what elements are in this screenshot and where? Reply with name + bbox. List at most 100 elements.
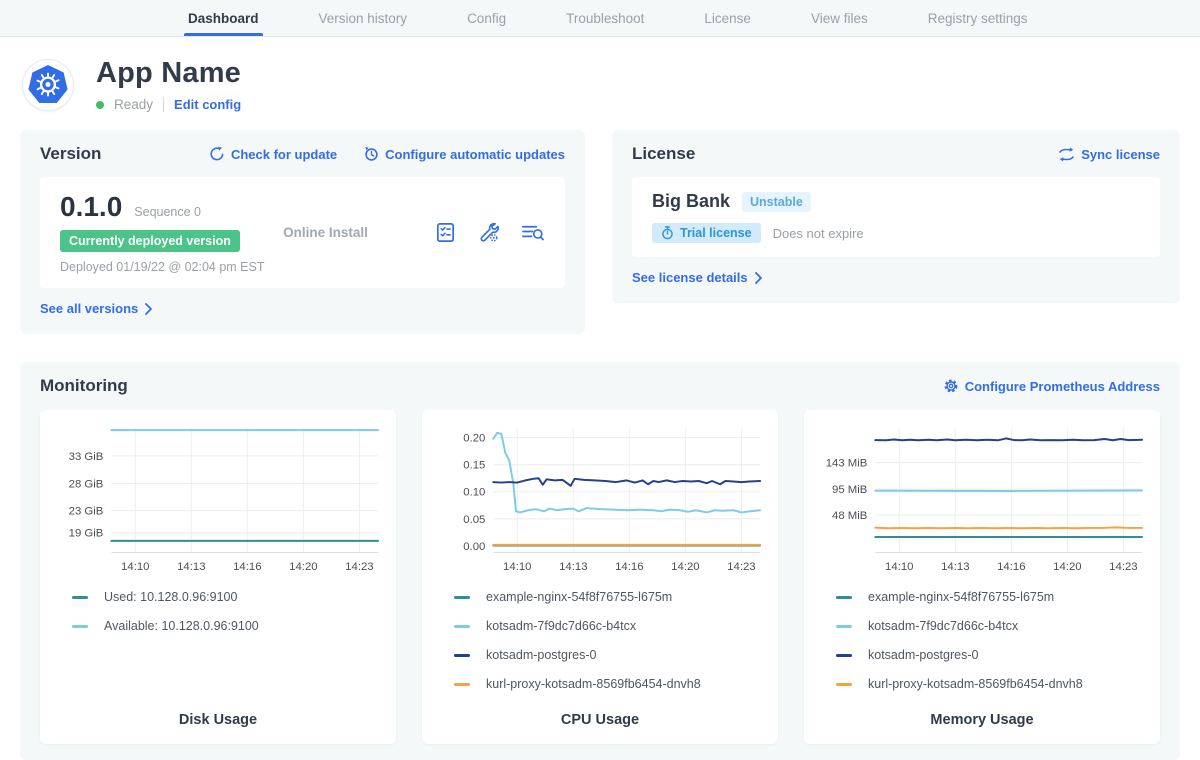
- top-nav: Dashboard Version history Config Troublesho…: [0, 0, 1200, 37]
- app-header: App Name Ready Edit config: [20, 55, 1180, 130]
- license-section: License Sync license Big Bank Unstable: [612, 130, 1180, 303]
- legend-item: Available: 10.128.0.96:9100: [72, 619, 386, 633]
- deployed-timestamp: Deployed 01/19/22 @ 02:04 pm EST: [60, 260, 283, 274]
- svg-text:0.15: 0.15: [463, 460, 485, 472]
- see-license-details-link[interactable]: See license details: [632, 270, 763, 285]
- license-section-title: License: [632, 144, 695, 164]
- legend-swatch: [836, 654, 852, 657]
- kubernetes-icon: [27, 64, 69, 106]
- svg-text:14:16: 14:16: [233, 561, 261, 573]
- legend-item: kotsadm-postgres-0: [454, 648, 768, 662]
- svg-text:143 MiB: 143 MiB: [826, 458, 868, 470]
- svg-text:0.00: 0.00: [463, 541, 485, 553]
- legend-item: kotsadm-postgres-0: [836, 648, 1150, 662]
- schedule-icon: [363, 146, 379, 162]
- legend-label: kotsadm-7f9dc7d66c-b4tcx: [868, 619, 1018, 633]
- trial-license-badge: Trial license: [652, 223, 761, 243]
- legend-label: kurl-proxy-kotsadm-8569fb6454-dnvh8: [486, 677, 701, 691]
- svg-text:0.05: 0.05: [463, 514, 485, 526]
- legend-swatch: [836, 596, 852, 599]
- legend-label: Used: 10.128.0.96:9100: [104, 590, 237, 604]
- legend-swatch: [454, 683, 470, 686]
- chevron-right-icon: [754, 272, 763, 284]
- check-for-update-button[interactable]: Check for update: [209, 146, 337, 162]
- license-card: Big Bank Unstable Trial license Does not…: [632, 177, 1160, 257]
- see-all-versions-link[interactable]: See all versions: [40, 301, 153, 316]
- svg-text:14:23: 14:23: [727, 561, 755, 573]
- monitoring-section-title: Monitoring: [40, 376, 128, 396]
- tab-license[interactable]: License: [702, 0, 753, 36]
- legend-label: kotsadm-7f9dc7d66c-b4tcx: [486, 619, 636, 633]
- legend-swatch: [836, 625, 852, 628]
- svg-text:0.10: 0.10: [463, 487, 485, 499]
- svg-text:14:20: 14:20: [289, 561, 317, 573]
- legend-swatch: [72, 596, 88, 599]
- page-title: App Name: [96, 57, 241, 90]
- tab-view-files[interactable]: View files: [809, 0, 870, 36]
- status-badge: Ready: [114, 97, 153, 112]
- legend-item: Used: 10.128.0.96:9100: [72, 590, 386, 604]
- svg-text:19 GiB: 19 GiB: [69, 528, 104, 540]
- legend-item: kotsadm-7f9dc7d66c-b4tcx: [836, 619, 1150, 633]
- legend-item: kurl-proxy-kotsadm-8569fb6454-dnvh8: [454, 677, 768, 691]
- checklist-icon: [434, 221, 457, 244]
- sync-license-button[interactable]: Sync license: [1058, 147, 1160, 162]
- legend-label: kotsadm-postgres-0: [868, 648, 978, 662]
- memory-usage-chart-card: 143 MiB95 MiB48 MiB14:1014:1314:1614:201…: [804, 410, 1160, 744]
- configure-prometheus-button[interactable]: Configure Prometheus Address: [943, 378, 1160, 394]
- legend-swatch: [454, 654, 470, 657]
- cpu-usage-chart: 0.200.150.100.050.0014:1014:1314:1614:20…: [432, 422, 768, 580]
- svg-text:14:10: 14:10: [121, 561, 149, 573]
- version-section: Version Check for update: [20, 130, 585, 334]
- legend-item: kotsadm-7f9dc7d66c-b4tcx: [454, 619, 768, 633]
- legend-label: kotsadm-postgres-0: [486, 648, 596, 662]
- tab-troubleshoot[interactable]: Troubleshoot: [564, 0, 646, 36]
- customer-name: Big Bank: [652, 191, 730, 212]
- svg-text:14:10: 14:10: [885, 561, 913, 573]
- current-version-card: 0.1.0 Sequence 0 Currently deployed vers…: [40, 177, 565, 288]
- install-type-label: Online Install: [283, 225, 434, 240]
- status-dot: [96, 101, 104, 109]
- tab-version-history[interactable]: Version history: [317, 0, 410, 36]
- tab-dashboard[interactable]: Dashboard: [186, 0, 261, 36]
- cpu-usage-legend: example-nginx-54f8f76755-l675m kotsadm-7f…: [454, 590, 768, 710]
- svg-text:33 GiB: 33 GiB: [69, 451, 104, 463]
- chart-title: CPU Usage: [432, 712, 768, 728]
- svg-text:23 GiB: 23 GiB: [69, 506, 104, 518]
- chevron-right-icon: [144, 303, 153, 315]
- legend-item: example-nginx-54f8f76755-l675m: [836, 590, 1150, 604]
- svg-text:14:20: 14:20: [671, 561, 699, 573]
- configure-automatic-updates-button[interactable]: Configure automatic updates: [363, 146, 565, 162]
- disk-usage-chart: 33 GiB28 GiB23 GiB19 GiB14:1014:1314:161…: [50, 422, 386, 580]
- version-section-title: Version: [40, 144, 101, 164]
- svg-text:0.20: 0.20: [463, 433, 485, 445]
- deployed-badge: Currently deployed version: [60, 230, 240, 252]
- refresh-icon: [209, 146, 225, 162]
- legend-label: example-nginx-54f8f76755-l675m: [486, 590, 672, 604]
- legend-swatch: [454, 625, 470, 628]
- edit-config-gear-button[interactable]: [477, 221, 500, 244]
- view-deploy-logs-button[interactable]: [520, 221, 545, 244]
- legend-item: kurl-proxy-kotsadm-8569fb6454-dnvh8: [836, 677, 1150, 691]
- chart-title: Disk Usage: [50, 712, 386, 728]
- expiry-text: Does not expire: [773, 226, 864, 241]
- gear-icon: [943, 378, 959, 394]
- svg-text:14:20: 14:20: [1053, 561, 1081, 573]
- monitoring-section: Monitoring Configure Prometheus Address …: [20, 362, 1180, 760]
- legend-swatch: [836, 683, 852, 686]
- edit-config-link[interactable]: Edit config: [174, 97, 241, 112]
- disk-usage-legend: Used: 10.128.0.96:9100 Available: 10.128.…: [72, 590, 386, 710]
- svg-text:14:23: 14:23: [1109, 561, 1137, 573]
- legend-label: kurl-proxy-kotsadm-8569fb6454-dnvh8: [868, 677, 1083, 691]
- version-number: 0.1.0: [60, 191, 122, 223]
- preflight-checks-button[interactable]: [434, 221, 457, 244]
- channel-badge: Unstable: [742, 192, 811, 212]
- disk-usage-chart-card: 33 GiB28 GiB23 GiB19 GiB14:1014:1314:161…: [40, 410, 396, 744]
- tab-config[interactable]: Config: [465, 0, 508, 36]
- svg-text:14:13: 14:13: [177, 561, 205, 573]
- memory-usage-chart: 143 MiB95 MiB48 MiB14:1014:1314:1614:201…: [814, 422, 1150, 580]
- tab-registry-settings[interactable]: Registry settings: [926, 0, 1030, 36]
- svg-text:14:13: 14:13: [941, 561, 969, 573]
- sync-arrows-icon: [1058, 147, 1075, 162]
- svg-text:14:16: 14:16: [615, 561, 643, 573]
